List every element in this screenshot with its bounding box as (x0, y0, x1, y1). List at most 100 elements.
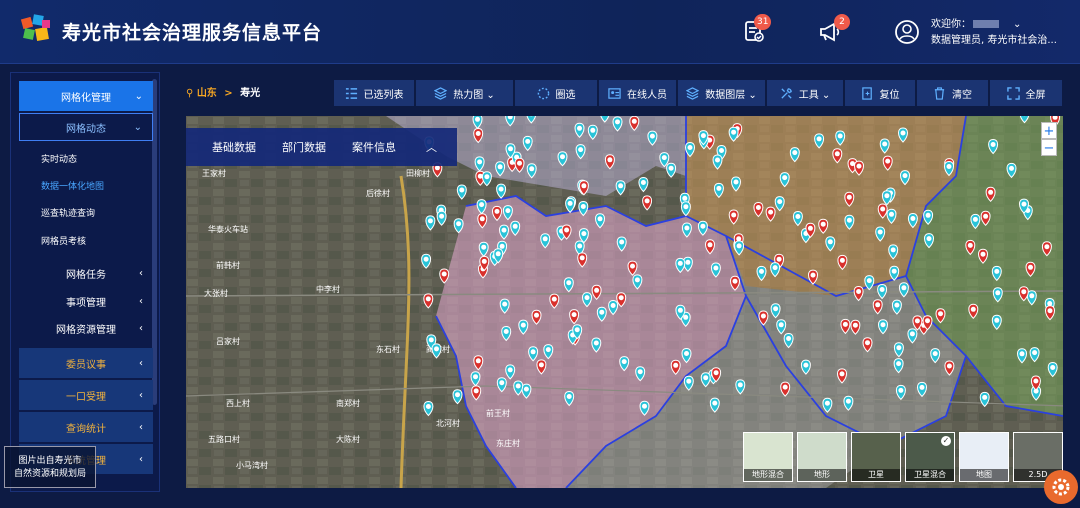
sidebar-item-grid-tasks[interactable]: 网格任务 ‹ (19, 258, 153, 288)
data-category-tabs: 基础数据 部门数据 案件信息 ︿ (186, 128, 457, 166)
chevron-left-icon: ‹ (139, 454, 143, 465)
zoom-control: + − (1041, 122, 1057, 160)
sidebar-item-label: 委员议事 (66, 356, 106, 371)
user-name-mask (973, 20, 999, 28)
chevron-left-icon: ‹ (139, 323, 143, 334)
basemap-satellite-mixed[interactable]: 卫星混合✓ (905, 432, 955, 482)
fullscreen-button[interactable]: 全屏 (990, 80, 1063, 106)
tool-label: 已选列表 (364, 86, 404, 101)
header: 寿光市社会治理服务信息平台 31 2 欢迎你：⌄ 数据管理员, 寿光市社会治..… (0, 0, 1080, 64)
user-role: 数据管理员, 寿光市社会治... (931, 33, 1057, 49)
chevron-down-icon[interactable]: ⌄ (1013, 19, 1021, 30)
tool-label: 在线人员 (627, 86, 667, 101)
user-avatar-icon[interactable] (894, 19, 920, 45)
sub-item-realtime[interactable]: 实时动态 (41, 148, 151, 168)
breadcrumb-city: 寿光 (240, 88, 260, 99)
sidebar-item-grid-dynamics[interactable]: 网格动态⌄ (19, 113, 153, 141)
tools-dropdown[interactable]: 工具 ⌄ (767, 80, 844, 106)
sidebar-item-one-window[interactable]: 一口受理 ‹ (19, 380, 153, 410)
user-info[interactable]: 欢迎你：⌄ 数据管理员, 寿光市社会治... (931, 17, 1057, 49)
tool-label: 复位 (880, 86, 900, 101)
task-badge: 31 (754, 14, 771, 30)
chevron-left-icon: ‹ (139, 422, 143, 433)
chevron-left-icon: ‹ (139, 358, 143, 369)
chevron-down-icon: ⌄ (135, 91, 143, 102)
sidebar-item-matters[interactable]: 事项管理 ‹ (19, 286, 153, 316)
sub-item-gridman-assessment[interactable]: 网格员考核 (41, 230, 151, 250)
fullscreen-icon (1007, 87, 1020, 100)
tab-department-data[interactable]: 部门数据 (282, 139, 326, 155)
place-label: 田柳村 (406, 168, 430, 178)
place-label: 前韩村 (216, 260, 240, 270)
sidebar-item-label: 网格资源管理 (56, 321, 116, 336)
sidebar-item-label: 事项管理 (66, 294, 106, 309)
basemap-satellite[interactable]: 卫星 (851, 432, 901, 482)
place-label: 东庄村 (496, 438, 520, 448)
sidebar-item-label: 查询统计 (66, 420, 106, 435)
chevron-left-icon: ‹ (139, 296, 143, 307)
location-pin-icon: ⚲ (186, 88, 193, 99)
map-toolbar: ⚲ 山东 > 寿光 已选列表 热力图 ⌄ 圈选 在线人员 数据图层 ⌄ 工具 ⌄… (170, 72, 1080, 112)
data-layer-dropdown[interactable]: 数据图层 ⌄ (678, 80, 766, 106)
chevron-left-icon: ‹ (139, 390, 143, 401)
sidebar-item-query-stats[interactable]: 查询统计 ‹ (19, 412, 153, 442)
tab-basic-data[interactable]: 基础数据 (212, 139, 256, 155)
place-label: 王家村 (202, 168, 226, 178)
place-label: 中李村 (316, 284, 340, 294)
sub-item-data-map[interactable]: 数据一体化地图 (41, 175, 151, 195)
tool-label: 圈选 (556, 86, 576, 101)
basemap-switcher: 地形混合 地形 卫星 卫星混合✓ 地图 2.5D (743, 432, 1063, 488)
place-label: 西上村 (226, 398, 250, 408)
breadcrumb: ⚲ 山东 > 寿光 (186, 84, 260, 99)
place-label: 小马湾村 (236, 460, 268, 470)
selected-list-button[interactable]: 已选列表 (334, 80, 415, 106)
place-label: 后徐村 (366, 188, 390, 198)
layers-icon (434, 87, 447, 100)
basemap-label: 地形 (798, 469, 846, 481)
place-label: 华泰火车站 (208, 224, 248, 234)
clear-button[interactable]: 清空 (917, 80, 989, 106)
sidebar-item-committee[interactable]: 委员议事 ‹ (19, 348, 153, 378)
breadcrumb-province[interactable]: 山东 (197, 88, 217, 99)
sidebar-item-grid-resources[interactable]: 网格资源管理 ‹ (19, 313, 153, 343)
sub-item-patrol-track[interactable]: 巡查轨迹查询 (41, 202, 151, 222)
settings-gear-icon[interactable] (1044, 470, 1078, 504)
tool-label: 热力图 ⌄ (453, 86, 495, 101)
basemap-label: 地形混合 (744, 469, 792, 481)
chevron-left-icon: ‹ (139, 268, 143, 279)
circle-select-button[interactable]: 圈选 (515, 80, 598, 106)
basemap-terrain[interactable]: 地形 (797, 432, 847, 482)
basemap-map[interactable]: 地图 (959, 432, 1009, 482)
sidebar-item-label: 网格动态 (66, 120, 106, 135)
place-label: 大陈村 (336, 434, 360, 444)
basemap-terrain-mixed[interactable]: 地形混合 (743, 432, 793, 482)
heatmap-dropdown[interactable]: 热力图 ⌄ (416, 80, 514, 106)
layers-icon (686, 87, 699, 100)
basemap-label: 卫星 (852, 469, 900, 481)
sidebar-item-grid-management[interactable]: 网格化管理 ⌄ (19, 81, 153, 111)
tool-label: 数据图层 ⌄ (705, 86, 757, 101)
sidebar: 网格化管理 ⌄ 网格动态⌄ 实时动态 数据一体化地图 巡查轨迹查询 网格员考核 网… (10, 72, 160, 492)
tab-case-info[interactable]: 案件信息 (352, 139, 396, 155)
tool-label: 全屏 (1026, 86, 1046, 101)
collapse-icon[interactable]: ︿ (426, 139, 437, 155)
wrench-icon (780, 87, 793, 100)
credit-line: 自然资源和规划局 (5, 468, 95, 481)
sidebar-item-label: 网格任务 (66, 266, 106, 281)
reset-button[interactable]: 复位 (845, 80, 916, 106)
online-staff-button[interactable]: 在线人员 (599, 80, 677, 106)
tool-label: 清空 (952, 86, 972, 101)
sidebar-item-label: 网格化管理 (61, 89, 111, 104)
basemap-label: 卫星混合 (906, 469, 954, 481)
user-card-icon (608, 87, 621, 100)
zoom-in-button[interactable]: + (1041, 122, 1057, 139)
tool-label: 工具 ⌄ (799, 86, 831, 101)
basemap-label: 地图 (960, 469, 1008, 481)
app-title: 寿光市社会治理服务信息平台 (62, 18, 322, 45)
sidebar-item-label: 一口受理 (66, 388, 106, 403)
image-credit: 图片出自寿光市 自然资源和规划局 (4, 446, 96, 488)
place-label: 吕家村 (216, 336, 240, 346)
breadcrumb-separator: > (224, 88, 232, 99)
map-view[interactable]: 王家村华泰火车站前韩村大张村中李村吕家村东石村蔺家村西上村五路口村小马湾村南郑村… (186, 116, 1063, 488)
zoom-out-button[interactable]: − (1041, 139, 1057, 156)
